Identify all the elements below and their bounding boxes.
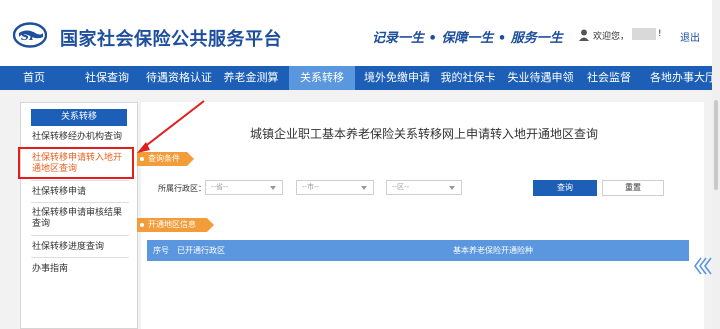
welcome-text: 欢迎您， — [593, 32, 630, 42]
sidebar-item-transfer-apply[interactable]: 社保转移申请 — [32, 187, 132, 198]
district-placeholder: --区-- — [392, 183, 410, 191]
query-section-label: 查询条件 — [148, 154, 180, 163]
social-security-logo[interactable]: SI — [13, 22, 47, 48]
highlight-box — [18, 147, 134, 179]
site-header: SI 国家社会保险公共服务平台 记录一生 • 保障一生 • 服务一生 欢迎您， … — [0, 0, 720, 66]
sidebar-item-progress-query[interactable]: 社保转移进度查询 — [32, 242, 132, 253]
query-section-tag: 查询条件 — [137, 152, 194, 166]
province-select[interactable]: --省-- — [205, 180, 283, 195]
info-section-label: 开通地区信息 — [148, 220, 196, 229]
nav-item-supervision[interactable]: 社会监督 — [584, 66, 634, 90]
nav-item-transfer[interactable]: 关系转移 — [289, 66, 355, 90]
nav-item-my-card[interactable]: 我的社保卡 — [438, 66, 498, 90]
nav-item-service-halls[interactable]: 各地办事大厅 — [647, 66, 719, 90]
user-icon — [579, 29, 589, 41]
main-nav: 首页 社保查询 待遇资格认证 养老金测算 关系转移 境外免缴申请 我的社保卡 失… — [0, 66, 720, 90]
slogan: 记录一生 • 保障一生 • 服务一生 — [372, 31, 563, 46]
chevron-down-icon — [270, 186, 276, 190]
nav-item-pension-calc[interactable]: 养老金测算 — [220, 66, 282, 90]
column-header-insurance-type: 基本养老保险开通险种 — [453, 246, 533, 255]
column-header-index: 序号 — [153, 246, 169, 255]
district-select[interactable]: --区-- — [386, 180, 462, 195]
sidebar-divider — [31, 235, 129, 236]
city-placeholder: --市-- — [302, 183, 320, 191]
nav-item-unemployment[interactable]: 失业待遇申领 — [503, 66, 578, 90]
scrollbar-thumb[interactable] — [714, 100, 718, 190]
sidebar-item-review-result[interactable]: 社保转移申请审核结果查询 — [32, 208, 128, 230]
svg-text:SI: SI — [21, 30, 35, 43]
sidebar-item-agency-query[interactable]: 社保转移经办机构查询 — [32, 132, 132, 143]
query-button[interactable]: 查询 — [533, 180, 597, 196]
sidebar-title: 关系转移 — [31, 109, 127, 126]
reset-button[interactable]: 重置 — [602, 180, 664, 196]
site-title[interactable]: 国家社会保险公共服务平台 — [60, 25, 282, 51]
bullet-icon — [140, 223, 144, 227]
chevron-down-icon — [361, 186, 367, 190]
chevron-down-icon — [449, 186, 455, 190]
sidebar-divider — [31, 180, 129, 181]
nav-item-eligibility[interactable]: 待遇资格认证 — [143, 66, 215, 90]
bullet-icon — [140, 157, 144, 161]
nav-item-overseas-exempt[interactable]: 境外免缴申请 — [360, 66, 434, 90]
page-title: 城镇企业职工基本养老保险关系转移网上申请转入地开通地区查询 — [250, 127, 599, 141]
nav-item-home[interactable]: 首页 — [12, 66, 56, 90]
sidebar-divider — [31, 257, 129, 258]
info-section-tag: 开通地区信息 — [137, 218, 214, 232]
province-placeholder: --省-- — [211, 183, 229, 191]
sidebar-divider — [31, 202, 129, 203]
sidebar-item-guide[interactable]: 办事指南 — [32, 264, 132, 275]
username-redacted — [632, 28, 656, 40]
nav-item-social-query[interactable]: 社保查询 — [78, 66, 136, 90]
sidebar: 关系转移 社保转移经办机构查询 社保转移申请转入地开通地区查询 社保转移申请 社… — [20, 102, 138, 329]
table-header: 序号 已开通行政区 基本养老保险开通险种 — [147, 240, 689, 261]
logout-link[interactable]: 退出 — [680, 29, 700, 44]
welcome-suffix: ! — [658, 29, 662, 39]
city-select[interactable]: --市-- — [296, 180, 374, 195]
region-field-label: 所属行政区： — [158, 184, 206, 193]
column-header-region: 已开通行政区 — [177, 246, 225, 255]
